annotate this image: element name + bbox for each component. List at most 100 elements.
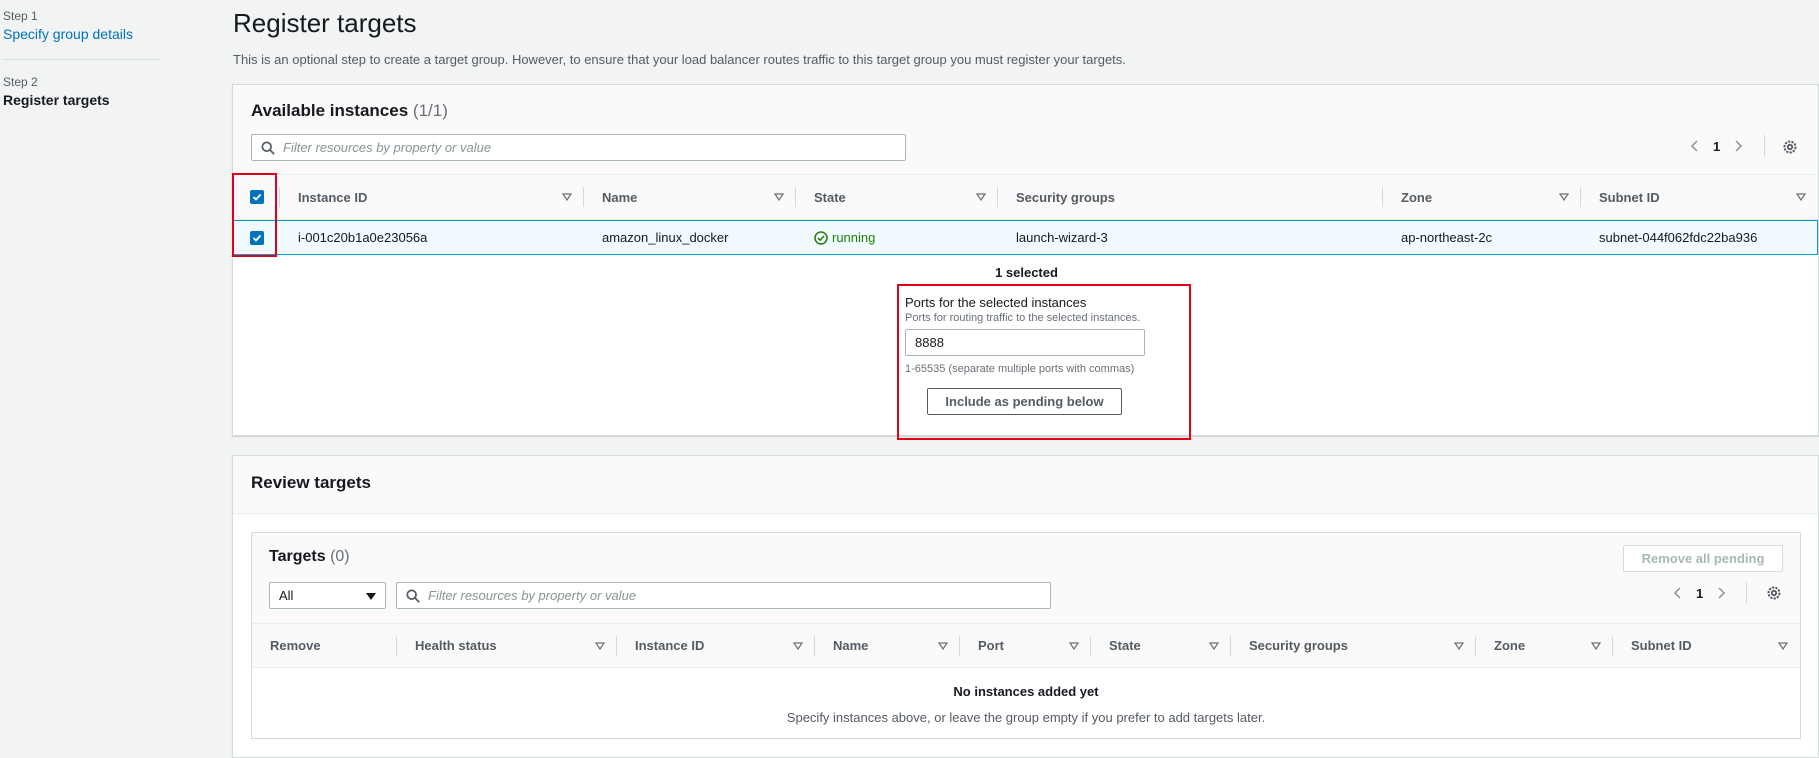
column-label: Security groups (1016, 189, 1115, 205)
caret-down-icon (366, 593, 376, 600)
targets-header: Targets (0) Remove all pending All Filte… (252, 533, 1800, 668)
targets-page-number[interactable]: 1 (1696, 586, 1703, 601)
step-2-number: Step 2 (3, 75, 38, 89)
search-icon (406, 589, 420, 603)
targets-count: (0) (330, 548, 350, 565)
column-header-subnet-id[interactable]: Subnet ID (1613, 624, 1800, 667)
search-icon (261, 141, 275, 155)
column-header-port[interactable]: Port (960, 624, 1091, 667)
targets-container: Targets (0) Remove all pending All Filte… (251, 532, 1801, 739)
select-value: All (279, 588, 294, 603)
chevron-left-icon[interactable] (1687, 138, 1703, 154)
sort-icon (1778, 641, 1788, 650)
available-pagination: 1 (1687, 138, 1746, 154)
sort-icon (595, 641, 605, 650)
page-title: Register targets (233, 8, 417, 38)
checkbox-highlight-box (232, 173, 277, 257)
sort-icon (1559, 193, 1569, 201)
column-label: Remove (270, 638, 321, 653)
step-1-number: Step 1 (3, 9, 38, 23)
table-row[interactable]: i-001c20b1a0e23056a amazon_linux_docker … (233, 220, 1818, 255)
chevron-right-icon[interactable] (1713, 585, 1729, 601)
available-page-number[interactable]: 1 (1713, 139, 1720, 154)
column-header-subnet-id[interactable]: Subnet ID (1581, 175, 1818, 219)
ports-form: Ports for the selected instances Ports f… (905, 295, 1155, 415)
targets-filter-select[interactable]: All (269, 582, 386, 609)
ports-input[interactable]: 8888 (905, 329, 1145, 356)
sort-icon (1591, 641, 1601, 650)
column-label: Zone (1494, 638, 1526, 653)
available-title-text: Available instances (251, 101, 409, 120)
targets-filter-placeholder: Filter resources by property or value (428, 588, 637, 603)
empty-state-title: No instances added yet (953, 684, 1099, 699)
gear-icon[interactable] (1765, 584, 1783, 602)
column-label: Port (978, 638, 1004, 653)
cell-zone: ap-northeast-2c (1401, 230, 1493, 245)
remove-all-pending-button[interactable]: Remove all pending (1623, 545, 1783, 572)
cell-subnet-id: subnet-044f062fdc22ba936 (1599, 230, 1758, 245)
include-as-pending-button[interactable]: Include as pending below (927, 388, 1122, 415)
sort-icon (1454, 641, 1464, 650)
sort-icon (774, 193, 784, 201)
selected-count: 1 selected (995, 265, 1058, 280)
step-divider (3, 59, 160, 60)
gear-icon[interactable] (1781, 138, 1799, 156)
chevron-right-icon[interactable] (1730, 138, 1746, 154)
step-2-label: Register targets (3, 92, 110, 108)
column-header-zone[interactable]: Zone (1383, 175, 1581, 219)
available-instances-panel: Available instances (1/1) Filter resourc… (232, 84, 1819, 440)
cell-state: running (796, 221, 998, 254)
column-label: Name (833, 638, 869, 653)
column-label: Subnet ID (1599, 189, 1660, 205)
page-description: This is an optional step to create a tar… (233, 52, 1126, 67)
step-1: Step 1 Specify group details (3, 9, 133, 42)
cell-instance-id: i-001c20b1a0e23056a (298, 230, 428, 245)
targets-title: Targets (0) (269, 548, 350, 566)
targets-pagination: 1 (1670, 585, 1729, 601)
review-targets-title: Review targets (251, 473, 371, 492)
ports-label: Ports for the selected instances (905, 295, 1087, 310)
available-count: (1/1) (412, 101, 448, 120)
cell-name: amazon_linux_docker (602, 230, 729, 245)
cell-security-groups: launch-wizard-3 (1016, 230, 1108, 245)
step-2: Step 2 Register targets (3, 75, 110, 108)
available-instances-header: Available instances (1/1) Filter resourc… (233, 85, 1818, 175)
available-filter-placeholder: Filter resources by property or value (283, 140, 492, 155)
available-filter-input[interactable]: Filter resources by property or value (251, 134, 906, 161)
sort-icon (793, 641, 803, 650)
column-header-remove: Remove (252, 624, 397, 667)
column-header-instance-id[interactable]: Instance ID (617, 624, 815, 667)
column-header-name[interactable]: Name (815, 624, 960, 667)
column-header-zone[interactable]: Zone (1476, 624, 1613, 667)
step-1-link[interactable]: Specify group details (3, 26, 133, 42)
column-header-instance-id[interactable]: Instance ID (280, 175, 584, 219)
sort-icon (976, 193, 986, 201)
pager-divider (1764, 135, 1765, 157)
targets-filter-input[interactable]: Filter resources by property or value (396, 582, 1051, 609)
column-header-state[interactable]: State (796, 175, 998, 219)
column-header-state[interactable]: State (1091, 624, 1231, 667)
column-label: Health status (415, 638, 497, 653)
column-header-health-status[interactable]: Health status (397, 624, 617, 667)
column-label: Instance ID (298, 189, 368, 205)
status-running: running (814, 230, 875, 245)
ports-hint: 1-65535 (separate multiple ports with co… (905, 363, 1135, 375)
column-label: Subnet ID (1631, 638, 1692, 653)
targets-table-header: Remove Health status Instance ID Name Po… (252, 623, 1800, 668)
column-label: State (1109, 638, 1141, 653)
sort-icon (1796, 193, 1806, 201)
column-header-security-groups[interactable]: Security groups (998, 175, 1383, 219)
column-header-security-groups[interactable]: Security groups (1231, 624, 1476, 667)
chevron-left-icon[interactable] (1670, 585, 1686, 601)
targets-title-text: Targets (269, 548, 326, 565)
available-table-header: Instance ID Name State Security groups Z… (233, 175, 1818, 220)
sort-icon (1209, 641, 1219, 650)
column-label: Instance ID (635, 638, 705, 653)
column-header-name[interactable]: Name (584, 175, 796, 219)
sort-icon (938, 641, 948, 650)
available-instances-title: Available instances (1/1) (251, 101, 448, 121)
sort-icon (562, 193, 572, 201)
sort-icon (1069, 641, 1079, 650)
empty-state-description: Specify instances above, or leave the gr… (786, 710, 1266, 725)
review-targets-panel: Review targets Targets (0) Remove all pe… (232, 455, 1819, 758)
